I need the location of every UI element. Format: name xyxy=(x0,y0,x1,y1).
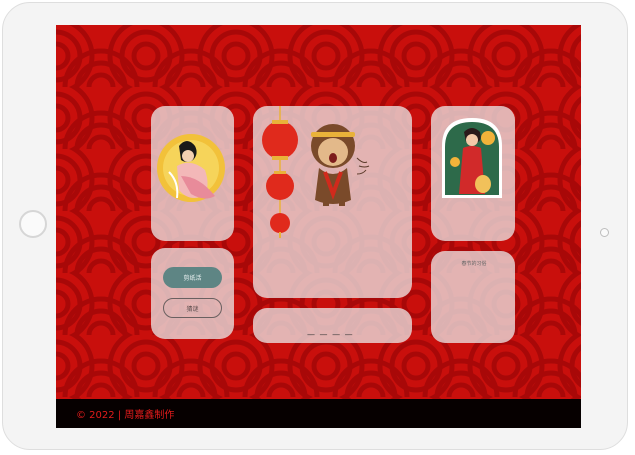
small-caption: 春节的习俗 xyxy=(461,261,487,267)
card-menu xyxy=(151,248,234,339)
woman-in-qipao-illustration xyxy=(442,118,502,198)
card-chang-e[interactable] xyxy=(151,106,234,241)
chang-e-illustration xyxy=(157,134,225,202)
lantern-icon xyxy=(262,106,298,238)
camera-icon xyxy=(600,228,609,237)
dash-text: — — — — xyxy=(307,330,354,339)
paper-cut-button[interactable]: 剪纸活 xyxy=(163,267,222,288)
home-button-icon xyxy=(19,210,47,238)
footer-copyright: © 2022 | 周嘉鑫制作 xyxy=(76,410,175,421)
monkey-king-illustration xyxy=(262,106,370,238)
app-screen: 剪纸活 猜谜 — — — — 春节的习俗 © 2022 | 周嘉鑫制作 xyxy=(56,25,581,428)
card-monkey-king[interactable] xyxy=(253,106,412,298)
riddle-button[interactable]: 猜谜 xyxy=(163,298,222,318)
card-woman[interactable] xyxy=(431,106,515,241)
footer-bar: © 2022 | 周嘉鑫制作 xyxy=(56,399,581,428)
